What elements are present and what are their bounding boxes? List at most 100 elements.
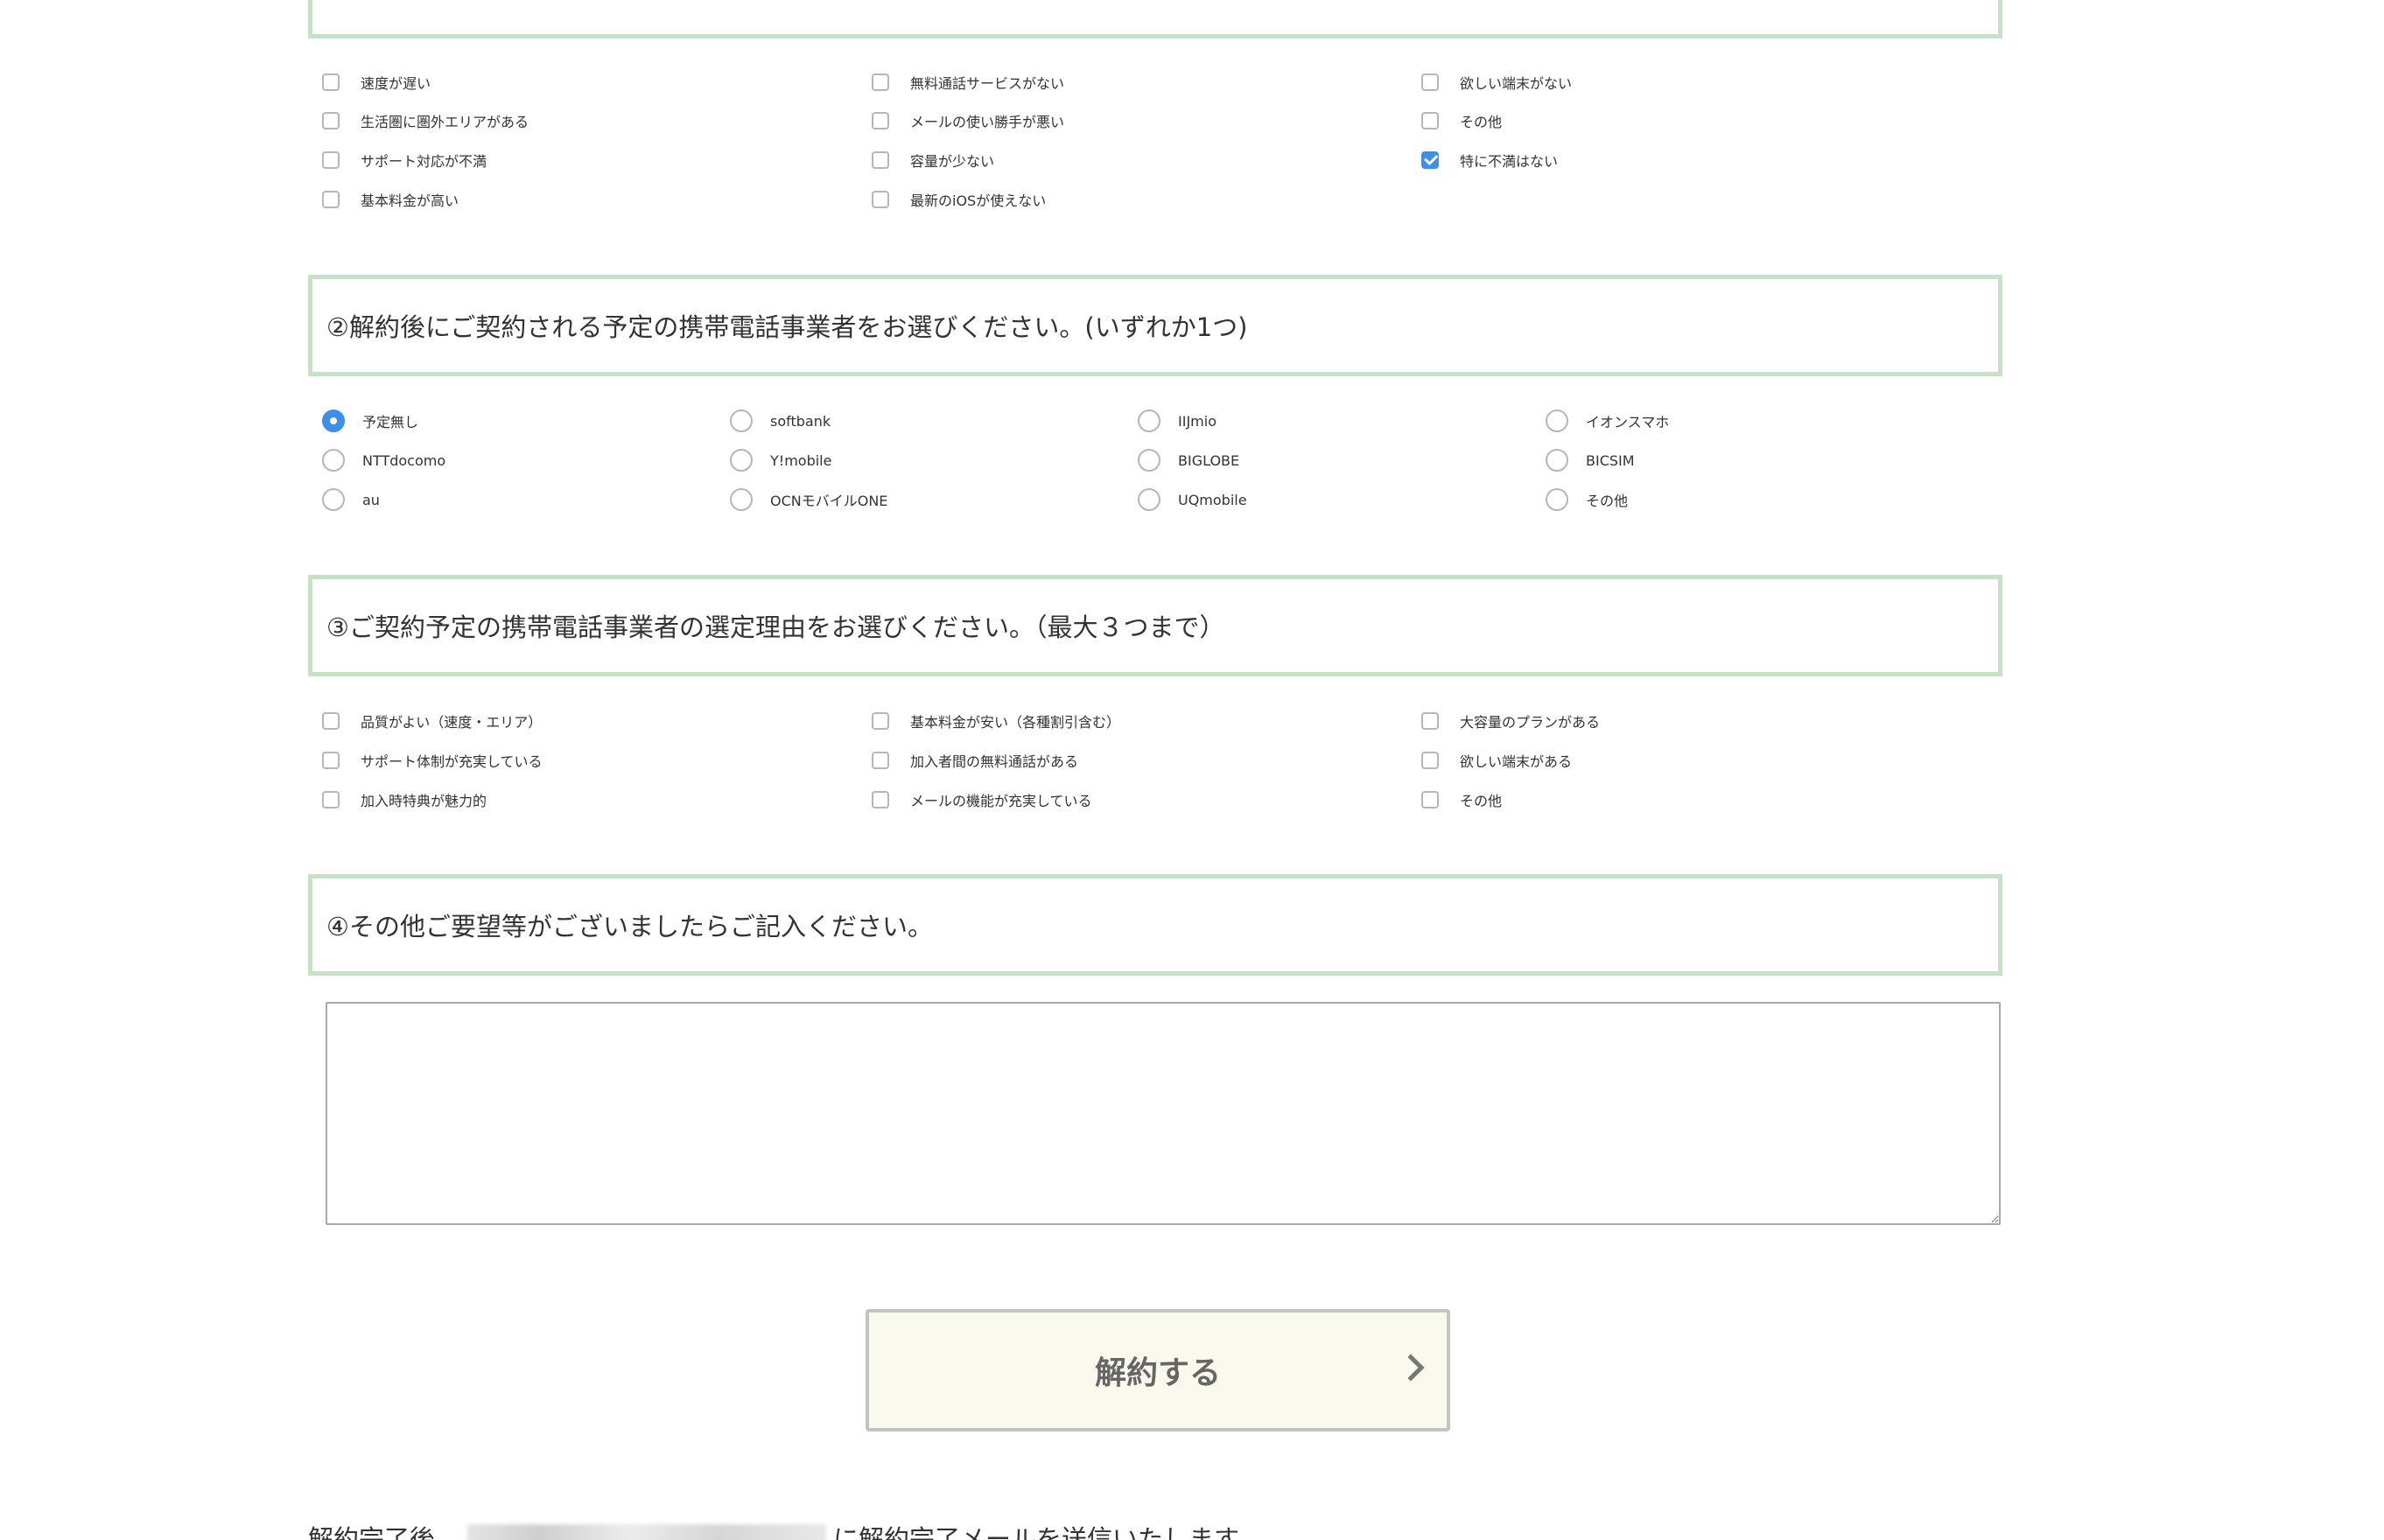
checkbox[interactable] — [872, 752, 889, 769]
q1-option-mail[interactable]: メールの使い勝手が悪い — [872, 102, 1064, 140]
checkbox[interactable] — [322, 791, 340, 808]
checkbox[interactable] — [872, 191, 889, 208]
redacted-email — [467, 1524, 827, 1540]
q2-option-softbank[interactable]: softbank — [730, 402, 831, 440]
option-label: UQmobile — [1178, 491, 1247, 508]
option-label: サポート体制が充実している — [361, 753, 543, 770]
notice-suffix: に解約完了メールを送信いたします。 — [833, 1524, 1263, 1540]
option-label: OCNモバイルONE — [770, 493, 888, 509]
radio[interactable] — [1138, 449, 1160, 472]
q3-option-quality[interactable]: 品質がよい（速度・エリア） — [322, 702, 542, 740]
requests-textarea[interactable] — [326, 1002, 2001, 1225]
q1-option-capacity[interactable]: 容量が少ない — [872, 141, 994, 179]
q1-option-out-of-area[interactable]: 生活圏に圏外エリアがある — [322, 102, 529, 140]
radio[interactable] — [1546, 449, 1568, 472]
q3-option-other[interactable]: その他 — [1421, 780, 1502, 819]
q1-option-no-complaint[interactable]: 特に不満はない — [1421, 141, 1558, 179]
option-label: 品質がよい（速度・エリア） — [361, 714, 543, 731]
option-label: 大容量のプランがある — [1460, 714, 1601, 731]
checkbox[interactable] — [322, 712, 340, 730]
q4-header: ④その他ご要望等がございましたらご記入ください。 — [308, 874, 2002, 976]
q4-title: ④その他ご要望等がございましたらご記入ください。 — [326, 912, 933, 942]
checkbox-checked[interactable] — [1421, 151, 1439, 169]
radio[interactable] — [1138, 410, 1160, 432]
radio-selected[interactable] — [322, 410, 345, 432]
option-label: 欲しい端末がない — [1460, 75, 1573, 92]
radio[interactable] — [1138, 488, 1160, 511]
option-label: BIGLOBE — [1178, 452, 1240, 469]
option-label: 加入者間の無料通話がある — [910, 753, 1079, 770]
q2-option-docomo[interactable]: NTTdocomo — [322, 441, 445, 480]
checkbox[interactable] — [872, 712, 889, 730]
q1-option-free-calls[interactable]: 無料通話サービスがない — [872, 63, 1064, 102]
checkbox[interactable] — [1421, 712, 1439, 730]
option-label: メールの使い勝手が悪い — [910, 114, 1065, 130]
checkbox[interactable] — [322, 191, 340, 208]
q3-option-mail[interactable]: メールの機能が充実している — [872, 780, 1092, 819]
q3-option-bonus[interactable]: 加入時特典が魅力的 — [322, 780, 487, 819]
radio[interactable] — [730, 410, 753, 432]
q1-option-base-fee[interactable]: 基本料金が高い — [322, 180, 459, 219]
option-label: メールの機能が充実している — [910, 793, 1092, 809]
q2-option-biglobe[interactable]: BIGLOBE — [1138, 441, 1239, 480]
radio[interactable] — [322, 488, 345, 511]
q1-header — [308, 0, 2002, 38]
checkbox[interactable] — [1421, 74, 1439, 91]
q2-option-ocn[interactable]: OCNモバイルONE — [730, 480, 887, 519]
q2-header: ②解約後にご契約される予定の携帯電話事業者をお選びください。(いずれか1つ) — [308, 275, 2002, 376]
q2-option-bicsim[interactable]: BICSIM — [1546, 441, 1635, 480]
q1-option-other[interactable]: その他 — [1421, 102, 1502, 140]
option-label: IIJmio — [1178, 412, 1217, 430]
q2-option-aeon[interactable]: イオンスマホ — [1546, 402, 1669, 440]
submit-label: 解約する — [1094, 1355, 1221, 1391]
q3-title: ③ご契約予定の携帯電話事業者の選定理由をお選びください。（最大３つまで） — [326, 612, 1225, 642]
q2-option-ymobile[interactable]: Y!mobile — [730, 441, 831, 480]
q2-title: ②解約後にご契約される予定の携帯電話事業者をお選びください。(いずれか1つ) — [326, 312, 1248, 342]
option-label: au — [362, 491, 380, 508]
checkbox[interactable] — [322, 752, 340, 769]
q1-option-support[interactable]: サポート対応が不満 — [322, 141, 487, 179]
option-label: softbank — [770, 412, 831, 430]
q3-option-large-plan[interactable]: 大容量のプランがある — [1421, 702, 1600, 740]
radio[interactable] — [730, 488, 753, 511]
option-label: 欲しい端末がある — [1460, 753, 1573, 770]
q2-option-iijmio[interactable]: IIJmio — [1138, 402, 1217, 440]
q1-option-no-device[interactable]: 欲しい端末がない — [1421, 63, 1572, 102]
radio[interactable] — [1546, 410, 1568, 432]
q3-option-free-calls[interactable]: 加入者間の無料通話がある — [872, 741, 1078, 780]
option-label: Y!mobile — [770, 452, 832, 469]
radio[interactable] — [1546, 488, 1568, 511]
option-label: 特に不満はない — [1460, 153, 1559, 170]
checkbox[interactable] — [322, 74, 340, 91]
q3-option-device[interactable]: 欲しい端末がある — [1421, 741, 1572, 780]
chevron-right-icon — [1397, 1354, 1425, 1382]
q1-option-ios[interactable]: 最新のiOSが使えない — [872, 180, 1046, 219]
checkbox[interactable] — [1421, 752, 1439, 769]
checkbox[interactable] — [872, 151, 889, 169]
checkbox[interactable] — [322, 151, 340, 169]
radio[interactable] — [322, 449, 345, 472]
radio[interactable] — [730, 449, 753, 472]
checkbox[interactable] — [322, 112, 340, 130]
q3-header: ③ご契約予定の携帯電話事業者の選定理由をお選びください。（最大３つまで） — [308, 575, 2002, 676]
q2-option-uqmobile[interactable]: UQmobile — [1138, 480, 1247, 519]
checkbox[interactable] — [1421, 112, 1439, 130]
checkbox[interactable] — [872, 791, 889, 808]
q2-option-other[interactable]: その他 — [1546, 480, 1628, 519]
q3-option-support[interactable]: サポート体制が充実している — [322, 741, 543, 780]
cancel-contract-button[interactable]: 解約する — [866, 1309, 1450, 1432]
checkbox[interactable] — [872, 74, 889, 91]
option-label: 基本料金が高い — [361, 192, 459, 209]
option-label: 最新のiOSが使えない — [910, 192, 1047, 209]
option-label: 容量が少ない — [910, 153, 995, 170]
checkbox[interactable] — [1421, 791, 1439, 808]
q1-option-slow-speed[interactable]: 速度が遅い — [322, 63, 431, 102]
q3-option-cheap[interactable]: 基本料金が安い（各種割引含む） — [872, 702, 1120, 740]
checkbox[interactable] — [872, 112, 889, 130]
q2-option-none[interactable]: 予定無し — [322, 402, 418, 440]
completion-notice: 解約完了後、 に解約完了メールを送信いたします。 — [308, 1519, 1262, 1540]
option-label: 加入時特典が魅力的 — [361, 793, 487, 809]
option-label: その他 — [1460, 793, 1503, 809]
option-label: イオンスマホ — [1586, 414, 1670, 430]
q2-option-au[interactable]: au — [322, 480, 380, 519]
